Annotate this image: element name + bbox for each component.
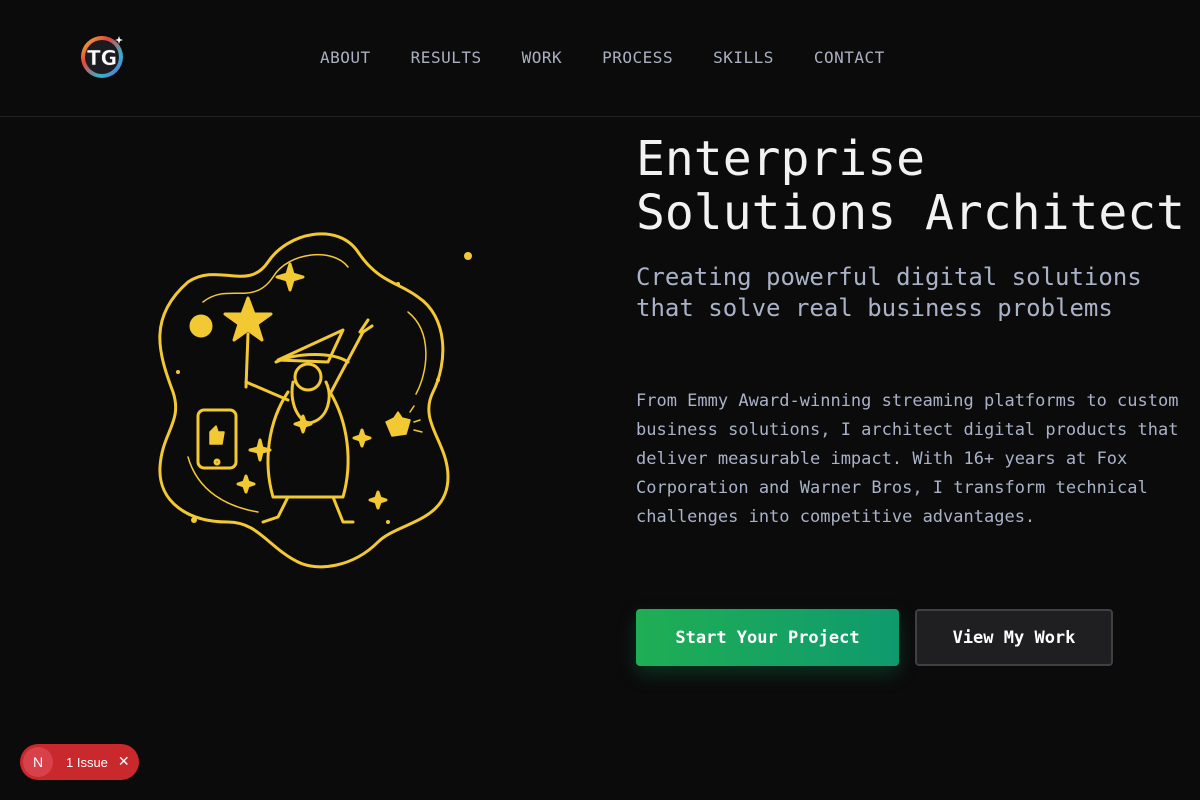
nav-about[interactable]: ABOUT <box>320 48 371 68</box>
nav-work[interactable]: WORK <box>522 48 563 68</box>
next-logo-icon: N <box>23 747 53 777</box>
hero-description: From Emmy Award-winning streaming platfo… <box>636 391 1179 527</box>
site-header: TG ABOUT RESULTS WORK PROCESS SKILLS CON… <box>0 0 1200 117</box>
view-work-button[interactable]: View My Work <box>915 609 1113 666</box>
nav-skills[interactable]: SKILLS <box>713 48 774 68</box>
wizard-illustration <box>158 232 472 569</box>
logo-text: TG <box>87 46 117 70</box>
start-project-button[interactable]: Start Your Project <box>636 609 899 666</box>
issue-count[interactable]: 1 Issue <box>66 755 108 770</box>
nav-contact[interactable]: CONTACT <box>814 48 885 68</box>
hero-title-line2: Solutions Architect <box>636 185 1186 241</box>
close-icon[interactable]: ✕ <box>118 754 130 770</box>
dev-issues-badge[interactable]: N 1 Issue ✕ <box>20 744 139 780</box>
nav-results[interactable]: RESULTS <box>411 48 482 68</box>
main-nav: ABOUT RESULTS WORK PROCESS SKILLS CONTAC… <box>320 48 925 68</box>
hero-title: Enterprise Solutions Architect <box>636 132 1196 240</box>
hero-title-line1: Enterprise <box>636 131 925 187</box>
hero-subtitle: Creating powerful digital solutions that… <box>636 263 1142 322</box>
nav-process[interactable]: PROCESS <box>602 48 673 68</box>
logo-icon[interactable]: TG <box>78 32 126 80</box>
